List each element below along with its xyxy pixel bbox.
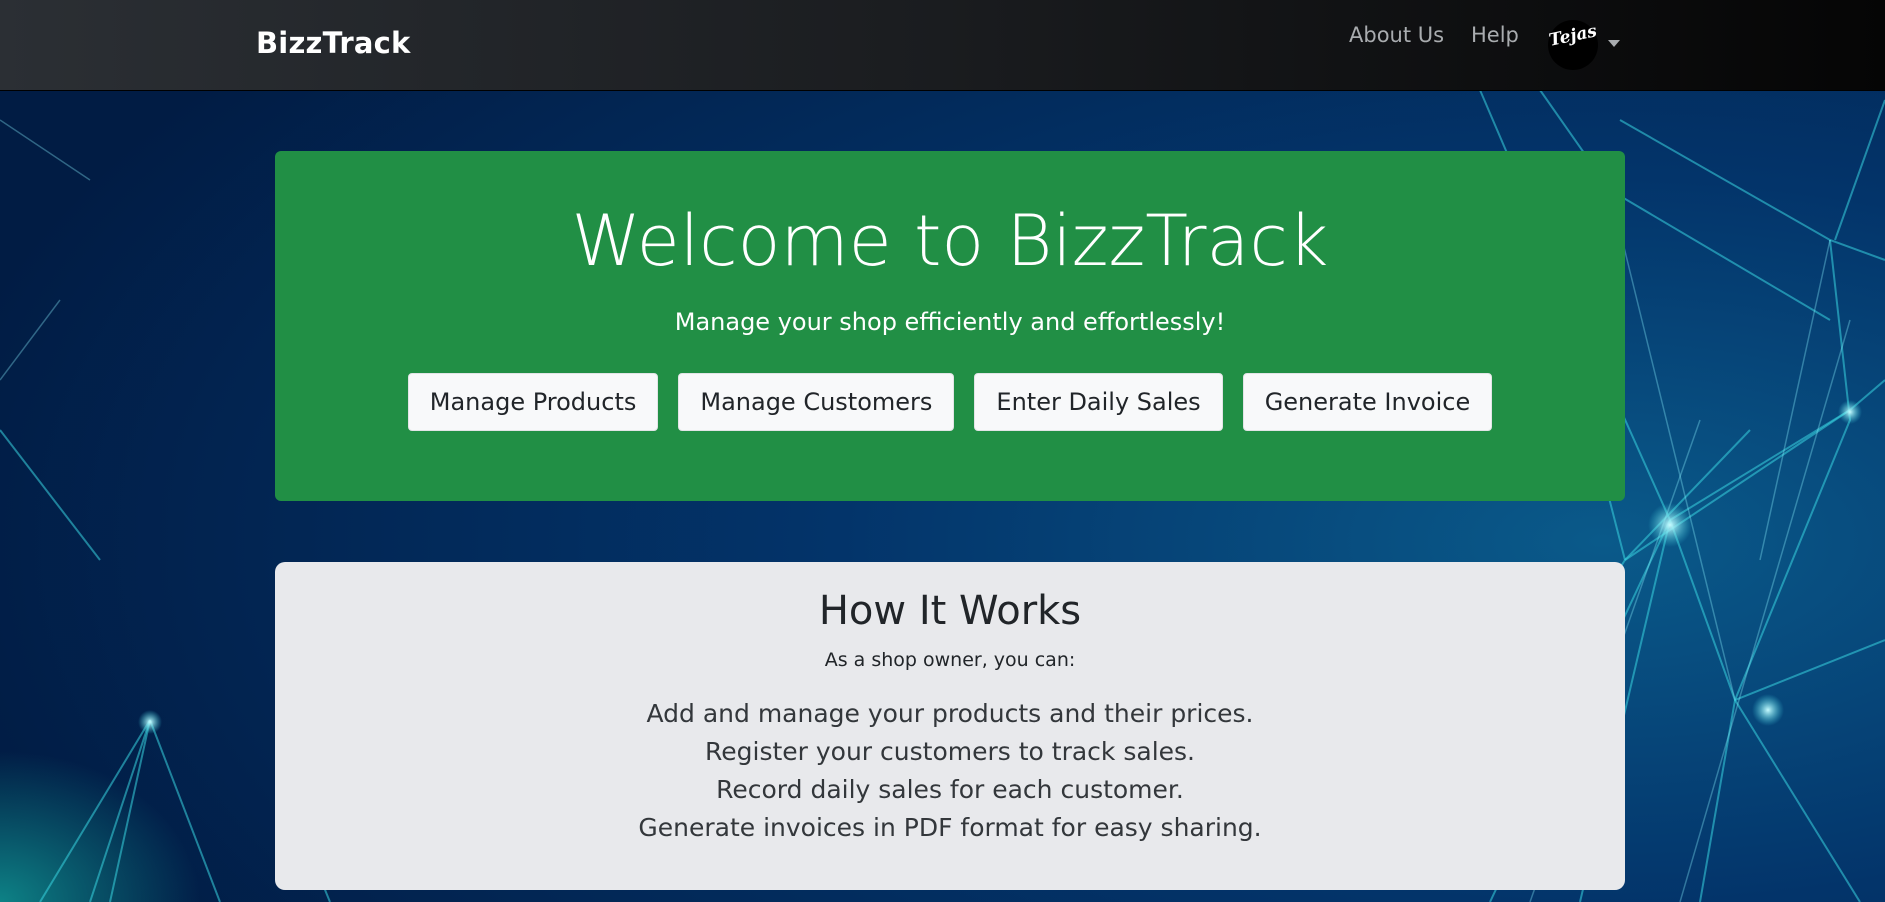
manage-products-button[interactable]: Manage Products: [407, 373, 659, 431]
manage-customers-button[interactable]: Manage Customers: [678, 373, 955, 431]
enter-daily-sales-button[interactable]: Enter Daily Sales: [974, 373, 1223, 431]
avatar-signature: Tejas: [1547, 21, 1599, 51]
page-title: Welcome to BizzTrack: [571, 200, 1329, 282]
nav-link-about-us[interactable]: About Us: [1349, 23, 1444, 47]
list-item: Register your customers to track sales.: [705, 737, 1195, 766]
action-buttons: Manage Products Manage Customers Enter D…: [275, 373, 1625, 431]
chevron-down-icon[interactable]: [1608, 40, 1620, 47]
feature-list: Add and manage your products and their p…: [275, 695, 1625, 847]
user-menu[interactable]: Tejas: [1547, 20, 1626, 70]
list-item: Record daily sales for each customer.: [716, 775, 1184, 804]
list-item: Generate invoices in PDF format for easy…: [638, 813, 1262, 842]
how-it-works-title: How It Works: [818, 588, 1082, 634]
brand-logo[interactable]: BizzTrack: [256, 26, 411, 60]
top-navbar: BizzTrack About Us Help Tejas: [0, 0, 1885, 91]
generate-invoice-button[interactable]: Generate Invoice: [1242, 373, 1493, 431]
page-subtitle: Manage your shop efficiently and effortl…: [674, 308, 1226, 336]
nav-link-help[interactable]: Help: [1471, 23, 1519, 47]
avatar[interactable]: Tejas: [1547, 20, 1599, 70]
how-it-works-card: How It Works As a shop owner, you can: A…: [275, 562, 1625, 890]
welcome-card: Welcome to BizzTrack Manage your shop ef…: [275, 151, 1625, 501]
how-it-works-subtitle: As a shop owner, you can:: [824, 649, 1076, 671]
list-item: Add and manage your products and their p…: [646, 699, 1254, 728]
